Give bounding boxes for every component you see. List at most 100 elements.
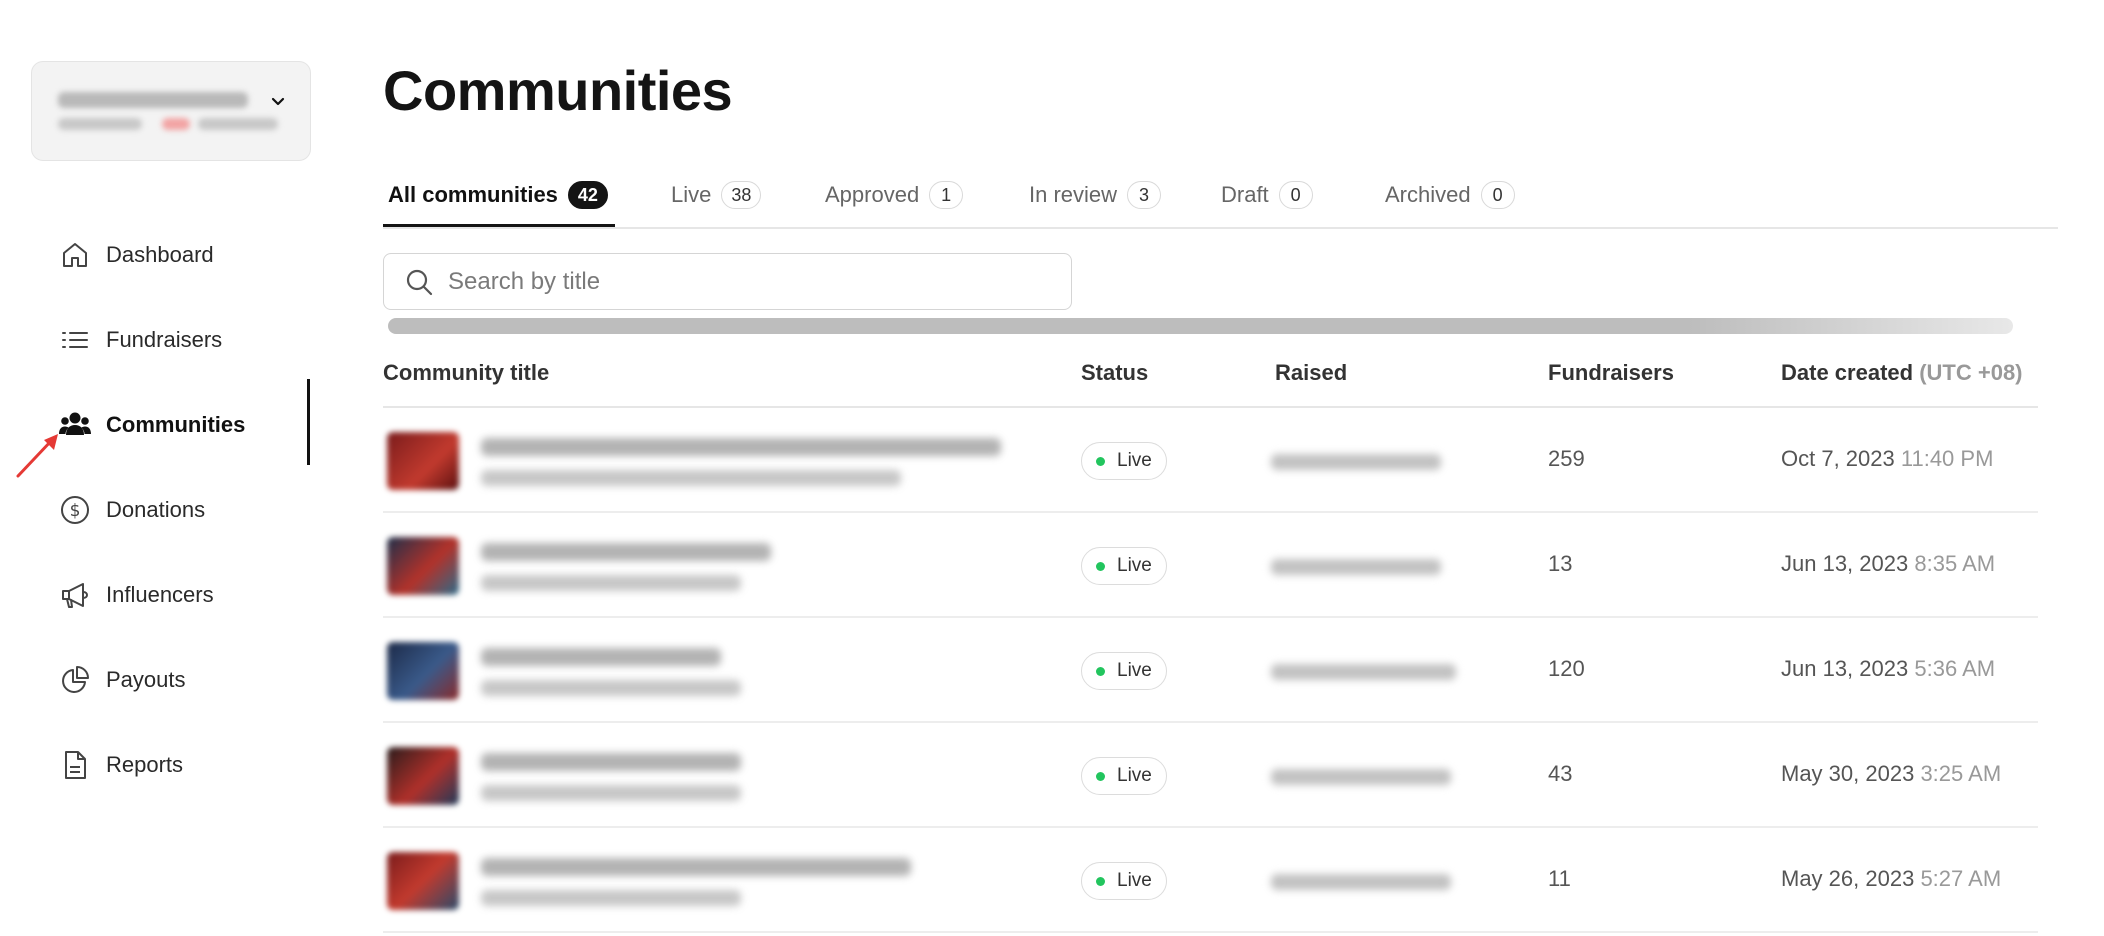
sidebar-item-label: Influencers: [106, 582, 214, 607]
tab-count-badge: 0: [1278, 181, 1313, 209]
tab-active-underline: [383, 224, 615, 227]
sidebar-item-fundraisers[interactable]: Fundraisers: [58, 320, 222, 360]
column-header-date[interactable]: Date created (UTC +08): [1781, 360, 2023, 386]
table-row[interactable]: Live 11 May 26, 2023 5:27 AM: [383, 828, 2038, 933]
tab-approved[interactable]: Approved 1: [825, 170, 964, 220]
tab-bar: All communities 42 Live 38 Approved 1 In…: [383, 160, 2058, 229]
tab-in-review[interactable]: In review 3: [1029, 170, 1162, 220]
date-created: Jun 13, 2023 8:35 AM: [1781, 551, 1995, 577]
time-value: 5:27 AM: [1920, 866, 2002, 891]
community-manager-redacted: [481, 890, 741, 906]
community-thumbnail: [387, 537, 459, 595]
status-label: Live: [1117, 870, 1152, 891]
tab-count-badge: 38: [721, 181, 762, 209]
status-label: Live: [1117, 765, 1152, 786]
tab-label: Live: [671, 182, 712, 207]
tab-count-badge: 42: [567, 181, 608, 209]
table-row[interactable]: Live 43 May 30, 2023 3:25 AM: [383, 723, 2038, 828]
status-label: Live: [1117, 660, 1152, 681]
status-badge: Live: [1081, 652, 1167, 690]
tab-label: Approved: [825, 182, 920, 207]
tab-count-badge: 1: [929, 181, 964, 209]
sidebar-item-label: Fundraisers: [106, 327, 223, 352]
live-dot-icon: [1096, 666, 1105, 676]
date-created: Oct 7, 2023 11:40 PM: [1781, 446, 1993, 472]
sidebar-item-label: Donations: [106, 497, 206, 522]
community-thumbnail: [387, 747, 459, 805]
tab-label: Draft: [1221, 182, 1269, 207]
tab-label: All communities: [388, 182, 558, 207]
status-badge: Live: [1081, 547, 1167, 585]
search-box: [383, 253, 1072, 310]
sidebar-item-reports[interactable]: Reports: [58, 745, 183, 785]
sidebar-item-dashboard[interactable]: Dashboard: [58, 235, 214, 275]
dollar-circle-icon: $: [58, 493, 92, 527]
status-badge: Live: [1081, 757, 1167, 795]
live-dot-icon: [1096, 771, 1105, 781]
table-row[interactable]: Live 259 Oct 7, 2023 11:40 PM: [383, 408, 2038, 513]
community-title-redacted: [481, 543, 771, 561]
communities-table: Community title Status Raised Fundraiser…: [383, 340, 2038, 933]
search-icon: [406, 269, 433, 295]
table-row[interactable]: Live 13 Jun 13, 2023 8:35 AM: [383, 513, 2038, 618]
search-input[interactable]: [448, 267, 1048, 296]
status-label: Live: [1117, 555, 1152, 576]
fundraisers-count: 11: [1548, 866, 1571, 891]
date-created: May 30, 2023 3:25 AM: [1781, 761, 2001, 787]
pie-chart-icon: [58, 663, 92, 697]
column-header-title[interactable]: Community title: [383, 360, 549, 386]
live-dot-icon: [1096, 456, 1105, 466]
fundraisers-count: 120: [1548, 656, 1585, 681]
tab-live[interactable]: Live 38: [671, 170, 762, 220]
time-value: 8:35 AM: [1914, 551, 1996, 576]
date-value: Jun 13, 2023: [1781, 551, 1909, 576]
column-header-fundraisers[interactable]: Fundraisers: [1548, 360, 1674, 386]
tab-label: Archived: [1385, 182, 1471, 207]
chevron-down-icon: [271, 97, 285, 106]
date-value: Oct 7, 2023: [1781, 446, 1895, 471]
raised-amount-redacted: [1271, 769, 1451, 785]
users-icon: [58, 408, 92, 442]
column-header-date-label: Date created: [1781, 360, 1914, 385]
community-title-redacted: [481, 858, 911, 876]
community-title-redacted: [481, 753, 741, 771]
column-header-timezone: (UTC +08): [1919, 360, 2023, 385]
org-switcher[interactable]: [31, 61, 311, 161]
list-icon: [58, 323, 92, 357]
sidebar-item-donations[interactable]: $ Donations: [58, 490, 205, 530]
raised-amount-redacted: [1271, 559, 1441, 575]
community-title-redacted: [481, 438, 1001, 456]
sidebar-item-label: Payouts: [106, 667, 186, 692]
community-manager-redacted: [481, 680, 741, 696]
time-value: 3:25 AM: [1920, 761, 2002, 786]
raised-amount-redacted: [1271, 874, 1451, 890]
tab-all-communities[interactable]: All communities 42: [388, 170, 608, 220]
table-row[interactable]: Live 120 Jun 13, 2023 5:36 AM: [383, 618, 2038, 723]
org-sub-redacted: [162, 118, 190, 130]
status-badge: Live: [1081, 862, 1167, 900]
date-created: Jun 13, 2023 5:36 AM: [1781, 656, 1995, 682]
page-title: Communities: [383, 59, 733, 122]
sidebar-item-communities[interactable]: Communities: [58, 405, 245, 445]
live-dot-icon: [1096, 561, 1105, 571]
tab-draft[interactable]: Draft 0: [1221, 170, 1313, 220]
date-value: Jun 13, 2023: [1781, 656, 1909, 681]
live-dot-icon: [1096, 876, 1105, 886]
raised-amount-redacted: [1271, 664, 1456, 680]
status-label: Live: [1117, 450, 1152, 471]
tab-archived[interactable]: Archived 0: [1385, 170, 1515, 220]
sidebar-item-payouts[interactable]: Payouts: [58, 660, 186, 700]
community-manager-redacted: [481, 785, 741, 801]
fundraisers-count: 259: [1548, 446, 1585, 471]
sidebar-item-influencers[interactable]: Influencers: [58, 575, 214, 615]
column-header-raised[interactable]: Raised: [1275, 360, 1347, 386]
column-header-status[interactable]: Status: [1081, 360, 1148, 386]
annotation-arrow-icon: [16, 434, 58, 478]
tab-count-badge: 3: [1127, 181, 1162, 209]
table-header: Community title Status Raised Fundraiser…: [383, 340, 2038, 408]
sidebar-item-label: Dashboard: [106, 242, 214, 267]
time-value: 5:36 AM: [1914, 656, 1996, 681]
horizontal-scrollbar[interactable]: [388, 318, 2013, 334]
raised-amount-redacted: [1271, 454, 1441, 470]
tab-label: In review: [1029, 182, 1118, 207]
